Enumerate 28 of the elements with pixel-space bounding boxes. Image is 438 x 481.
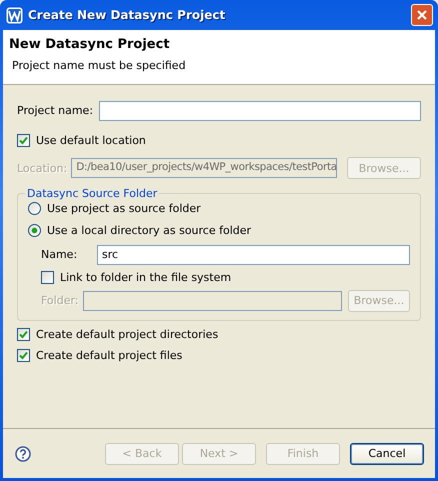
checkbox[interactable]	[41, 270, 54, 284]
checkbox-label: Use default location	[36, 134, 146, 148]
field-label: Folder:	[41, 294, 77, 308]
checkbox-label: Create default project directories	[36, 328, 218, 342]
checkbox[interactable]	[17, 328, 30, 342]
app-icon	[6, 6, 23, 24]
checkbox-label: Create default project files	[36, 349, 182, 362]
wizard-message: Project name must be specified	[11, 58, 187, 72]
radio-button[interactable]	[28, 202, 41, 216]
help-icon[interactable]	[15, 446, 31, 462]
field-label: Name:	[41, 248, 78, 262]
group-title: Datasync Source Folder	[25, 187, 160, 200]
radio-label: Use a local directory as source folder	[47, 224, 252, 237]
wizard-button[interactable]: Cancel	[350, 442, 424, 464]
checkbox-label: Link to folder in the file system	[60, 270, 232, 284]
checkbox[interactable]	[17, 134, 30, 148]
close-button[interactable]	[411, 4, 433, 26]
input-field: D:/bea10/user_projects/w4WP_workspaces/testPorta	[71, 158, 337, 178]
field-label: Location:	[17, 162, 68, 175]
field-label: Project name:	[17, 104, 94, 118]
wizard-title: New Datasync Project	[9, 37, 171, 53]
input-field[interactable]: src	[97, 244, 410, 265]
radio-label: Use project as source folder	[47, 202, 201, 216]
radio-button[interactable]	[28, 224, 41, 237]
close-icon	[416, 9, 428, 21]
checkbox[interactable]	[17, 349, 30, 362]
window-title: Create New Datasync Project	[28, 8, 226, 22]
input-field[interactable]	[99, 101, 421, 121]
